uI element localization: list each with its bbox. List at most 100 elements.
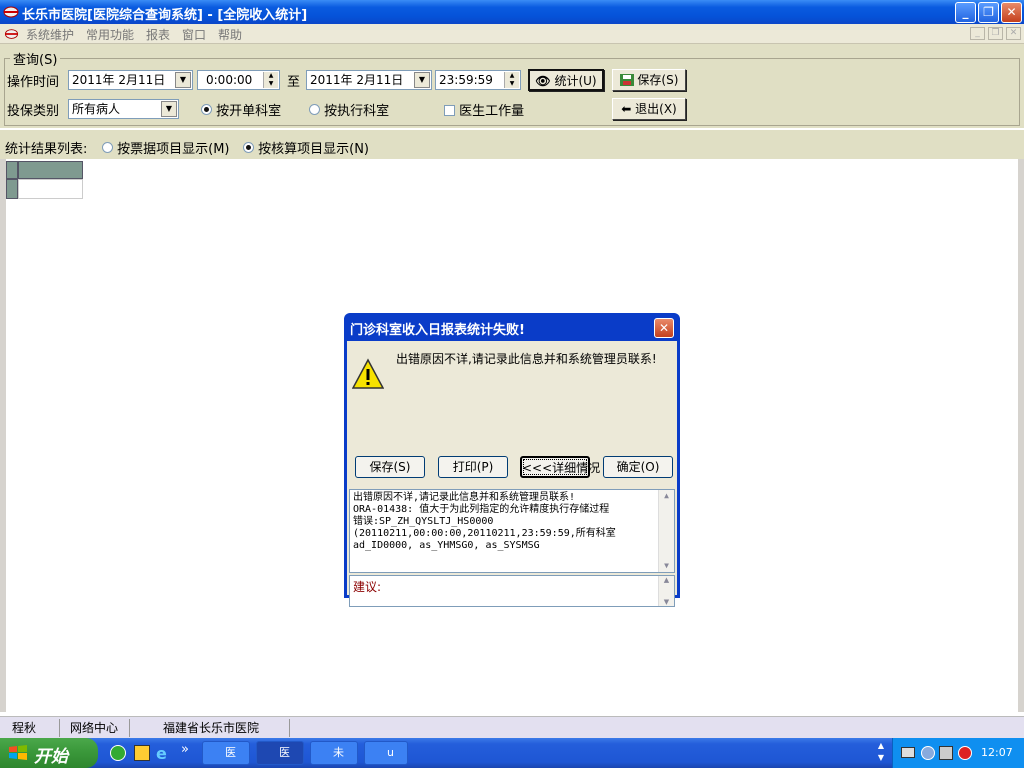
scroll-down-icon[interactable]: ▼ bbox=[659, 598, 674, 606]
result-options-bar: 统计结果列表: 按票据项目显示(M) 按核算项目显示(N) bbox=[0, 130, 1024, 159]
details-scrollbar[interactable]: ▲ ▼ bbox=[658, 490, 674, 572]
save-button-label: 保存(S) bbox=[637, 73, 679, 87]
to-label: 至 bbox=[287, 75, 301, 90]
radio-unselected-icon[interactable] bbox=[309, 104, 320, 115]
ie-icon[interactable]: e bbox=[156, 744, 167, 763]
speaker-icon[interactable] bbox=[939, 746, 953, 760]
dialog-save-button[interactable]: 保存(S) bbox=[355, 456, 425, 478]
status-network: 网络中心 bbox=[62, 719, 130, 737]
system-tray: 12:07 bbox=[892, 738, 1024, 768]
start-label: 开始 bbox=[34, 747, 68, 767]
to-time-spinner[interactable]: 23:59:59 ▲ ▼ bbox=[435, 70, 521, 90]
start-button[interactable]: 开始 bbox=[0, 738, 98, 768]
scroll-up-icon[interactable]: ▲ bbox=[659, 576, 674, 584]
radio-unselected-icon[interactable] bbox=[102, 142, 113, 153]
from-date-picker[interactable]: 2011年 2月11日 ▼ bbox=[68, 70, 193, 90]
quicklaunch-icon[interactable] bbox=[134, 745, 150, 761]
taskbar-item-untitled[interactable]: 未 bbox=[310, 741, 358, 765]
dialog-ok-button[interactable]: 确定(O) bbox=[603, 456, 673, 478]
exit-door-icon: ⬅ bbox=[621, 102, 632, 116]
to-time-value: 23:59:59 bbox=[439, 73, 493, 87]
exit-button[interactable]: ⬅ 退出(X) bbox=[612, 98, 686, 120]
insurance-type-select[interactable]: 所有病人 ▼ bbox=[68, 99, 179, 119]
dialog-body: 出错原因不详,请记录此信息并和系统管理员联系! 保存(S) 打印(P) <<<详… bbox=[347, 341, 677, 607]
radio-selected-icon[interactable] bbox=[243, 142, 254, 153]
query-panel: 查询(S) 操作时间 2011年 2月11日 ▼ 0:00:00 ▲ ▼ 至 20… bbox=[0, 44, 1024, 128]
grid-corner bbox=[6, 161, 18, 179]
radio-invoice-items[interactable]: 按票据项目显示(M) bbox=[102, 138, 230, 157]
suggestion-box[interactable]: 建议: ▲ ▼ bbox=[349, 575, 675, 607]
menu-bar: 系统维护 常用功能 报表 窗口 帮助 _ ❐ ✕ bbox=[0, 24, 1024, 44]
radio-invoice-label: 按票据项目显示(M) bbox=[117, 142, 230, 157]
taskbar-scroll-icon[interactable]: ▲ ▼ bbox=[874, 740, 888, 766]
grid-cell[interactable] bbox=[18, 179, 83, 199]
mdi-minimize-button[interactable]: _ bbox=[970, 27, 985, 40]
status-user: 程秋 bbox=[4, 719, 60, 737]
radio-exec-dept[interactable]: 按执行科室 bbox=[309, 100, 389, 119]
doctor-workload-checkbox[interactable]: 医生工作量 bbox=[444, 100, 524, 119]
radio-billing-dept-label: 按开单科室 bbox=[216, 104, 282, 119]
spin-arrows-icon[interactable]: ▲ ▼ bbox=[504, 72, 519, 88]
tray-back-icon[interactable] bbox=[921, 746, 935, 760]
dialog-close-button[interactable]: ✕ bbox=[654, 318, 674, 338]
keyboard-icon[interactable] bbox=[901, 747, 915, 758]
save-icon bbox=[619, 74, 634, 86]
status-org: 福建省长乐市医院 bbox=[155, 719, 290, 737]
dialog-message: 出错原因不详,请记录此信息并和系统管理员联系! bbox=[396, 352, 657, 366]
app-icon bbox=[3, 6, 19, 18]
radio-accounting-items[interactable]: 按核算项目显示(N) bbox=[243, 138, 369, 157]
menu-reports[interactable]: 报表 bbox=[146, 26, 170, 43]
error-dialog: 门诊科室收入日报表统计失败! ✕ 出错原因不详,请记录此信息并和系统管理员联系!… bbox=[344, 313, 680, 607]
scroll-down-icon[interactable]: ▼ bbox=[659, 560, 674, 572]
chevron-down-icon[interactable]: ▼ bbox=[175, 72, 191, 88]
scroll-up-icon[interactable]: ▲ bbox=[659, 490, 674, 502]
dialog-details-button[interactable]: <<<详细情况 bbox=[520, 456, 600, 478]
save-button[interactable]: 保存(S) bbox=[612, 69, 686, 91]
mdi-restore-button[interactable]: ❐ bbox=[988, 27, 1003, 40]
details-line: ad_ID0000, as_YHMSG0, as_SYSMSG bbox=[353, 540, 540, 551]
spin-arrows-icon[interactable]: ▲ ▼ bbox=[263, 72, 278, 88]
close-button[interactable]: ✕ bbox=[1001, 2, 1022, 23]
details-line: 错误:SP_ZH_QYSLTJ_HS0000 bbox=[353, 516, 494, 527]
restore-button[interactable]: ❐ bbox=[978, 2, 999, 23]
to-date-value: 2011年 2月11日 bbox=[310, 73, 404, 87]
taskbar-item-hospital-1[interactable]: 医 bbox=[202, 741, 250, 765]
mdi-close-button[interactable]: ✕ bbox=[1006, 27, 1021, 40]
window-title: 长乐市医院[医院综合查询系统] - [全院收入统计] bbox=[22, 8, 308, 23]
exit-button-label: 退出(X) bbox=[635, 102, 677, 116]
menu-system-maintenance[interactable]: 系统维护 bbox=[26, 26, 74, 43]
query-group-label: 查询(S) bbox=[10, 49, 61, 68]
binoculars-icon: 👁 bbox=[535, 74, 551, 88]
quicklaunch-icon[interactable] bbox=[110, 745, 126, 761]
taskbar-item-hospital-2[interactable]: 医 bbox=[256, 741, 304, 765]
app-menu-icon[interactable] bbox=[4, 27, 19, 41]
windows-logo-icon bbox=[9, 745, 27, 760]
result-list-label: 统计结果列表: bbox=[5, 142, 88, 157]
statistics-button[interactable]: 👁 统计(U) bbox=[528, 69, 604, 91]
quicklaunch-more-icon[interactable]: » bbox=[181, 742, 189, 757]
grid-row-indicator[interactable] bbox=[6, 179, 18, 199]
grid-header-cell[interactable] bbox=[18, 161, 83, 179]
status-bar: 程秋 网络中心 福建省长乐市医院 bbox=[0, 716, 1024, 738]
menu-common-functions[interactable]: 常用功能 bbox=[86, 26, 134, 43]
insurance-type-label: 投保类别 bbox=[7, 104, 60, 119]
minimize-button[interactable]: _ bbox=[955, 2, 976, 23]
menu-help[interactable]: 帮助 bbox=[218, 26, 242, 43]
radio-billing-dept[interactable]: 按开单科室 bbox=[201, 100, 281, 119]
to-date-picker[interactable]: 2011年 2月11日 ▼ bbox=[306, 70, 432, 90]
dialog-print-button[interactable]: 打印(P) bbox=[438, 456, 508, 478]
from-date-value: 2011年 2月11日 bbox=[72, 73, 166, 87]
no-entry-icon[interactable] bbox=[958, 746, 972, 760]
checkbox-icon[interactable] bbox=[444, 105, 455, 116]
from-time-spinner[interactable]: 0:00:00 ▲ ▼ bbox=[197, 70, 280, 90]
radio-selected-icon[interactable] bbox=[201, 104, 212, 115]
taskbar-item-folder[interactable]: u bbox=[364, 741, 408, 765]
chevron-down-icon[interactable]: ▼ bbox=[414, 72, 430, 88]
error-details-textarea[interactable]: 出错原因不详,请记录此信息并和系统管理员联系! ORA-01438: 值大于为此… bbox=[349, 489, 675, 573]
menu-window[interactable]: 窗口 bbox=[182, 26, 206, 43]
from-time-value: 0:00:00 bbox=[206, 73, 253, 87]
window-titlebar[interactable]: 长乐市医院[医院综合查询系统] - [全院收入统计] _ ❐ ✕ bbox=[0, 0, 1024, 24]
suggestion-label: 建议: bbox=[353, 580, 382, 594]
suggestion-scrollbar[interactable]: ▲ ▼ bbox=[658, 576, 674, 606]
chevron-down-icon[interactable]: ▼ bbox=[161, 101, 177, 117]
